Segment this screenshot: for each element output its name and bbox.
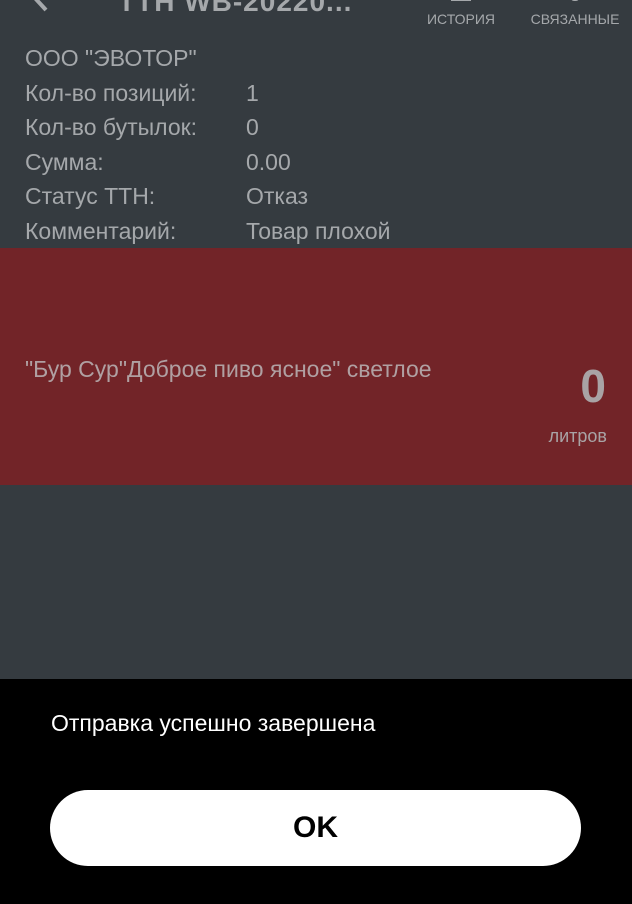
ok-button[interactable]: OK bbox=[50, 790, 581, 866]
product-quantity: 0 bbox=[580, 360, 606, 412]
sum-label: Сумма: bbox=[25, 148, 104, 175]
document-title: ТТН WB-20220... bbox=[118, 0, 353, 17]
related-button[interactable]: СВЯЗАННЫЕ bbox=[522, 0, 628, 38]
info-row-sum: Сумма: 0.00 bbox=[25, 145, 391, 180]
info-row-positions: Кол-во позиций: 1 bbox=[25, 76, 391, 111]
bottles-label: Кол-во бутылок: bbox=[25, 114, 198, 140]
history-button[interactable]: ИСТОРИЯ bbox=[420, 0, 502, 38]
app-header: ТТН WB-20220... ИСТОРИЯ СВЯЗАННЫЕ bbox=[0, 0, 632, 38]
comment-value: Товар плохой bbox=[246, 217, 391, 244]
sum-value: 0.00 bbox=[246, 148, 291, 175]
result-dialog: Отправка успешно завершена OK bbox=[0, 679, 632, 904]
chevron-left-icon[interactable] bbox=[26, 0, 52, 12]
history-icon bbox=[450, 0, 472, 4]
status-label: Статус ТТН: bbox=[25, 183, 156, 209]
product-unit: литров bbox=[548, 426, 607, 446]
comment-label: Комментарий: bbox=[25, 217, 177, 244]
info-row-bottles: Кол-во бутылок: 0 bbox=[25, 110, 391, 145]
related-label: СВЯЗАННЫЕ bbox=[530, 11, 620, 27]
product-name: "Бур Сур"Доброе пиво ясное" светлое bbox=[25, 356, 432, 382]
link-icon bbox=[564, 0, 586, 4]
positions-value: 1 bbox=[246, 79, 259, 106]
info-row-comment: Комментарий: Товар плохой bbox=[25, 214, 391, 249]
positions-label: Кол-во позиций: bbox=[25, 79, 197, 106]
status-value: Отказ bbox=[246, 183, 309, 209]
company-name: ООО "ЭВОТОР" bbox=[25, 45, 197, 71]
bottles-value: 0 bbox=[246, 114, 259, 140]
dialog-message: Отправка успешно завершена bbox=[51, 710, 376, 736]
document-info: ООО "ЭВОТОР" Кол-во позиций: 1 Кол-во бу… bbox=[25, 41, 391, 248]
info-row-status: Статус ТТН: Отказ bbox=[25, 179, 391, 214]
history-label: ИСТОРИЯ bbox=[426, 11, 496, 27]
product-list-item[interactable]: "Бур Сур"Доброе пиво ясное" светлое 0 ли… bbox=[0, 248, 632, 485]
